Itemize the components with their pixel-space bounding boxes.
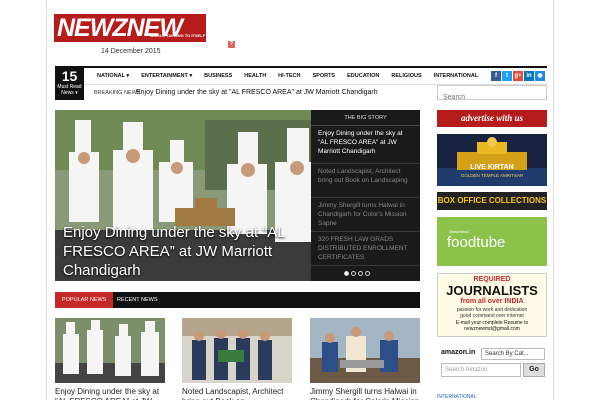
nav-item[interactable]: HI-TECH (272, 71, 306, 81)
facebook-icon[interactable]: f (491, 71, 501, 81)
box-office-banner[interactable]: BOX OFFICE COLLECTIONS (437, 192, 547, 210)
nav-item[interactable]: ENTERTAINMENT ▾ (135, 71, 198, 81)
amazon-logo: amazon.in (441, 349, 476, 356)
email-text: E-mail your complete Resume to newznewmd… (455, 320, 529, 332)
page: NEWZNEW WORLD TALKING TO ITSELF 14 Decem… (46, 0, 554, 400)
nav-item[interactable]: INTERNATIONAL (428, 71, 485, 81)
big-story-item[interactable]: 320 FRESH LAW GRADS DISTRIBUTED ENROLLME… (311, 232, 420, 266)
nav-item[interactable]: BUSINESS (198, 71, 238, 81)
journalists-banner[interactable]: REQUIRED JOURNALISTS from all over INDIA… (437, 273, 547, 337)
news-card-image (310, 318, 420, 383)
tab-popular-news[interactable]: POPULAR NEWS (55, 292, 114, 308)
site-logo[interactable]: NEWZNEW WORLD TALKING TO ITSELF (54, 8, 206, 46)
news-card-image (182, 318, 292, 383)
slider-dot[interactable] (344, 271, 349, 276)
must-read-counter[interactable]: 15 Must Read News ▾ (55, 66, 84, 100)
hero-title[interactable]: Enjoy Dining under the sky at “AL FRESCO… (63, 223, 303, 280)
hero-slide[interactable]: Enjoy Dining under the sky at “AL FRESCO… (55, 110, 311, 281)
amazon-search-input[interactable]: Search Amazon (441, 363, 521, 377)
news-card[interactable]: Jimmy Shergill turns Halwai in Chandigar… (310, 318, 420, 400)
from-india-text: from all over INDIA (460, 298, 524, 305)
must-read-count: 15 (61, 68, 78, 84)
news-card-title[interactable]: Noted Landscapist, Architect bring out B… (182, 387, 292, 400)
search-box[interactable] (437, 85, 547, 104)
nav-item[interactable]: RELIGIOUS (385, 71, 427, 81)
live-kirtan-text: LIVE KIRTAN (470, 164, 514, 171)
big-story-item[interactable]: Jimmy Shergill turns Halwai in Chandigar… (311, 198, 420, 232)
nav-items: NATIONAL ▾ ENTERTAINMENT ▾ BUSINESS HEALTH H… (91, 71, 484, 81)
nav-item[interactable]: NATIONAL ▾ (91, 71, 135, 81)
must-read-label: Must Read News ▾ (57, 84, 82, 96)
breaking-news-bar: BREAKING NEWS Enjoy Dining under the sky… (84, 86, 439, 100)
breaking-news-label: BREAKING NEWS (94, 90, 141, 96)
amazon-go-button[interactable]: Go (523, 363, 545, 377)
logo-tagline: WORLD TALKING TO ITSELF (150, 33, 206, 38)
social-links: f t g+ in ◉ (491, 71, 545, 81)
big-story-item[interactable]: Enjoy Dining under the sky at "AL FRESCO… (311, 126, 420, 164)
live-kirtan-sub: GOLDEN TEMPLE AMRITSAR (460, 173, 524, 178)
journalists-text: JOURNALISTS (446, 283, 538, 298)
amazon-category-select[interactable]: Search By Cat... (481, 348, 545, 360)
slider-dot[interactable] (351, 271, 356, 276)
news-card-image (55, 318, 165, 383)
news-card-title[interactable]: Enjoy Dining under the sky at "AL FRESCO… (55, 387, 165, 400)
big-story-item[interactable]: Noted Landscapist, Architect bring out B… (311, 164, 420, 198)
command-text: good command over internet (460, 313, 524, 319)
google-plus-icon[interactable]: g+ (513, 71, 523, 81)
slider-dots (344, 271, 370, 276)
tab-recent-news[interactable]: RECENT NEWS (110, 292, 165, 308)
ad-info-icon[interactable]: ? (228, 41, 235, 48)
advertise-banner[interactable]: advertise with us (437, 110, 547, 127)
foodtube-text: foodtube (447, 234, 506, 251)
news-card-title[interactable]: Jimmy Shergill turns Halwai in Chandigar… (310, 387, 420, 400)
nav-item[interactable]: EDUCATION (341, 71, 385, 81)
news-card[interactable]: Enjoy Dining under the sky at "AL FRESCO… (55, 318, 165, 400)
international-label[interactable]: INTERNATIONAL (437, 394, 477, 400)
twitter-icon[interactable]: t (502, 71, 512, 81)
news-card[interactable]: Noted Landscapist, Architect bring out B… (182, 318, 292, 400)
breaking-news-link[interactable]: Enjoy Dining under the sky at "AL FRESCO… (136, 87, 378, 99)
search-input[interactable] (438, 91, 546, 104)
foodtube-banner[interactable]: NewsNewZ foodtube (437, 217, 547, 266)
slider-dot[interactable] (365, 271, 370, 276)
current-date: 14 December 2015 (101, 48, 161, 55)
big-story-heading: THE BIG STORY (311, 110, 420, 126)
main-nav: NATIONAL ▾ ENTERTAINMENT ▾ BUSINESS HEALTH H… (55, 66, 547, 85)
news-tabs: POPULAR NEWS RECENT NEWS (55, 292, 420, 308)
linkedin-icon[interactable]: in (524, 71, 534, 81)
rss-icon[interactable]: ◉ (535, 71, 545, 81)
live-kirtan-banner[interactable]: LIVE KIRTAN GOLDEN TEMPLE AMRITSAR (437, 134, 547, 186)
amazon-widget: amazon.in Search By Cat... Search Amazon… (437, 345, 547, 383)
big-story-panel: THE BIG STORY Enjoy Dining under the sky… (311, 110, 420, 281)
nav-item[interactable]: HEALTH (238, 71, 272, 81)
slider-dot[interactable] (358, 271, 363, 276)
nav-item[interactable]: SPORTS (306, 71, 341, 81)
